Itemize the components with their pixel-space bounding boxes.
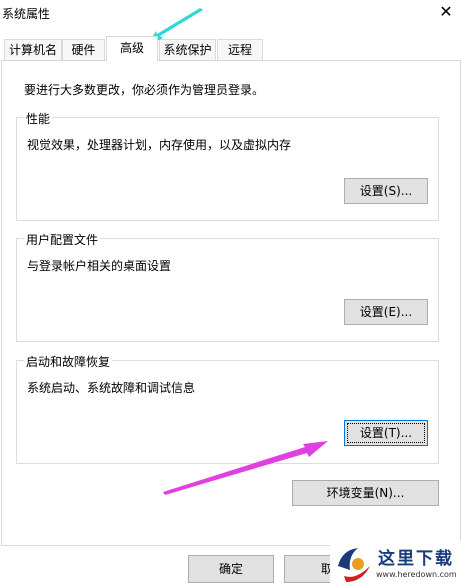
tab-hardware[interactable]: 硬件	[62, 39, 105, 61]
startup-recovery-settings-button[interactable]: 设置(T)...	[344, 420, 428, 446]
performance-settings-button[interactable]: 设置(S)...	[344, 178, 428, 204]
tab-advanced[interactable]: 高级	[106, 36, 158, 62]
environment-variables-button[interactable]: 环境变量(N)...	[292, 480, 439, 506]
tab-computer-name[interactable]: 计算机名	[4, 39, 62, 61]
watermark-brand: 这里下载	[378, 549, 454, 569]
group-startup-recovery-title: 启动和故障恢复	[24, 353, 113, 370]
focus-ring	[347, 423, 425, 443]
tab-system-protection[interactable]: 系统保护	[159, 39, 216, 61]
group-user-profiles-description: 与登录帐户相关的桌面设置	[27, 259, 172, 273]
tab-remote[interactable]: 远程	[217, 39, 263, 61]
group-performance-title: 性能	[24, 110, 53, 127]
admin-notice: 要进行大多数更改，你必须作为管理员登录。	[24, 83, 265, 97]
group-performance	[16, 117, 439, 221]
group-user-profiles-title: 用户配置文件	[24, 231, 101, 248]
group-startup-recovery-description: 系统启动、系统故障和调试信息	[27, 381, 196, 395]
user-profiles-settings-button[interactable]: 设置(E)...	[344, 299, 428, 325]
group-startup-recovery	[16, 360, 439, 464]
watermark: 这里下载 www.heredown.com	[330, 540, 462, 586]
watermark-logo-icon	[338, 548, 370, 582]
group-user-profiles	[16, 238, 439, 342]
tab-strip: 计算机名 硬件 高级 系统保护 远程	[0, 36, 462, 62]
window-title: 系统属性	[2, 7, 51, 21]
group-performance-description: 视觉效果，处理器计划，内存使用，以及虚拟内存	[27, 138, 292, 152]
close-icon[interactable]: ✕	[436, 2, 456, 22]
watermark-url: www.heredown.com	[376, 570, 457, 579]
ok-button[interactable]: 确定	[188, 555, 274, 583]
title-bar: 系统属性 ✕	[0, 0, 462, 28]
